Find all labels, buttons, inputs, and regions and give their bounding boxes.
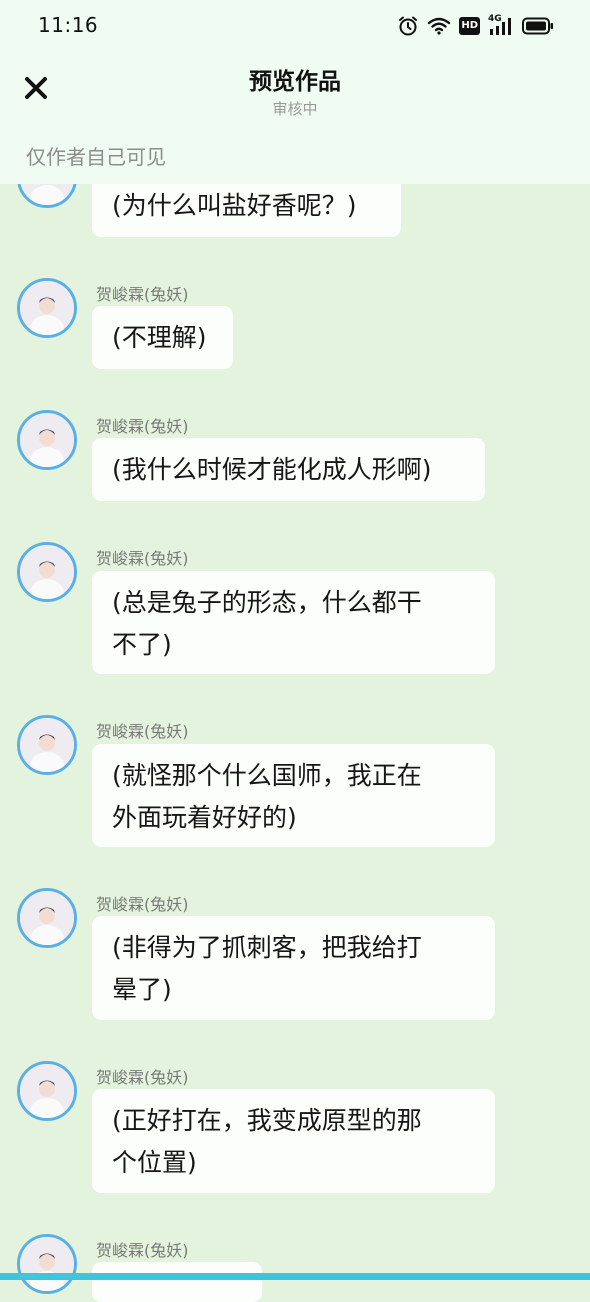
message-line: 晕了) — [112, 975, 172, 1004]
message-bubble[interactable]: (我什么时候才能化成人形啊) — [92, 438, 485, 501]
message-line: (总是兔子的形态，什么都干 — [112, 588, 422, 617]
sender-name: 贺峻霖(兔妖) — [96, 722, 189, 741]
chat-list[interactable]: (为什么叫盐好香呢？) 贺峻霖(兔妖) (不理解) 贺峻霖(兔妖) (我什么时候… — [0, 0, 590, 1302]
message-bubble[interactable] — [92, 1262, 262, 1302]
4g-signal-icon: 4G — [488, 14, 514, 37]
battery-icon — [522, 17, 554, 35]
avatar[interactable] — [17, 1061, 77, 1121]
wifi-icon — [427, 16, 451, 36]
top-header: 11:16 HD 4G 预览作品 审核中 仅作者自己可见 — [0, 0, 590, 184]
message-bubble[interactable]: (正好打在，我变成原型的那 个位置) — [92, 1089, 495, 1193]
message-line: 外面玩着好好的) — [112, 803, 297, 832]
message-bubble[interactable]: (总是兔子的形态，什么都干 不了) — [92, 571, 495, 674]
visibility-note: 仅作者自己可见 — [26, 145, 166, 169]
message-line: 个位置) — [112, 1148, 197, 1177]
nav-bar: 预览作品 审核中 — [0, 52, 590, 132]
message-line: (正好打在，我变成原型的那 — [112, 1106, 422, 1135]
message-line: (为什么叫盐好香呢？) — [112, 191, 357, 220]
message-line: (就怪那个什么国师，我正在 — [112, 761, 422, 790]
message-bubble[interactable]: (不理解) — [92, 306, 233, 369]
message-bubble[interactable]: (就怪那个什么国师，我正在 外面玩着好好的) — [92, 744, 495, 847]
avatar[interactable] — [17, 410, 77, 470]
alarm-icon — [397, 15, 419, 37]
sender-name: 贺峻霖(兔妖) — [96, 895, 189, 914]
status-bar: 11:16 HD 4G — [0, 0, 590, 52]
message-line: (非得为了抓刺客，把我给打 — [112, 933, 422, 962]
message-bubble[interactable]: (非得为了抓刺客，把我给打 晕了) — [92, 916, 495, 1020]
status-icons: HD 4G — [397, 14, 554, 38]
avatar[interactable] — [17, 888, 77, 948]
avatar[interactable] — [17, 715, 77, 775]
message-line: 不了) — [112, 630, 172, 659]
page-title: 预览作品 — [249, 69, 341, 95]
sender-name: 贺峻霖(兔妖) — [96, 1241, 189, 1260]
sender-name: 贺峻霖(兔妖) — [96, 549, 189, 568]
sender-name: 贺峻霖(兔妖) — [96, 417, 189, 436]
avatar[interactable] — [17, 1234, 77, 1294]
message-bubble[interactable]: (为什么叫盐好香呢？) — [92, 175, 401, 237]
message-line: (不理解) — [112, 323, 207, 352]
hd-icon: HD — [459, 17, 480, 35]
sender-name: 贺峻霖(兔妖) — [96, 1068, 189, 1087]
review-status: 审核中 — [272, 100, 318, 118]
avatar[interactable] — [17, 278, 77, 338]
sender-name: 贺峻霖(兔妖) — [96, 285, 189, 304]
bottom-strip — [0, 1273, 590, 1280]
message-line: (我什么时候才能化成人形啊) — [112, 455, 432, 484]
status-time: 11:16 — [38, 13, 99, 37]
avatar[interactable] — [17, 542, 77, 602]
